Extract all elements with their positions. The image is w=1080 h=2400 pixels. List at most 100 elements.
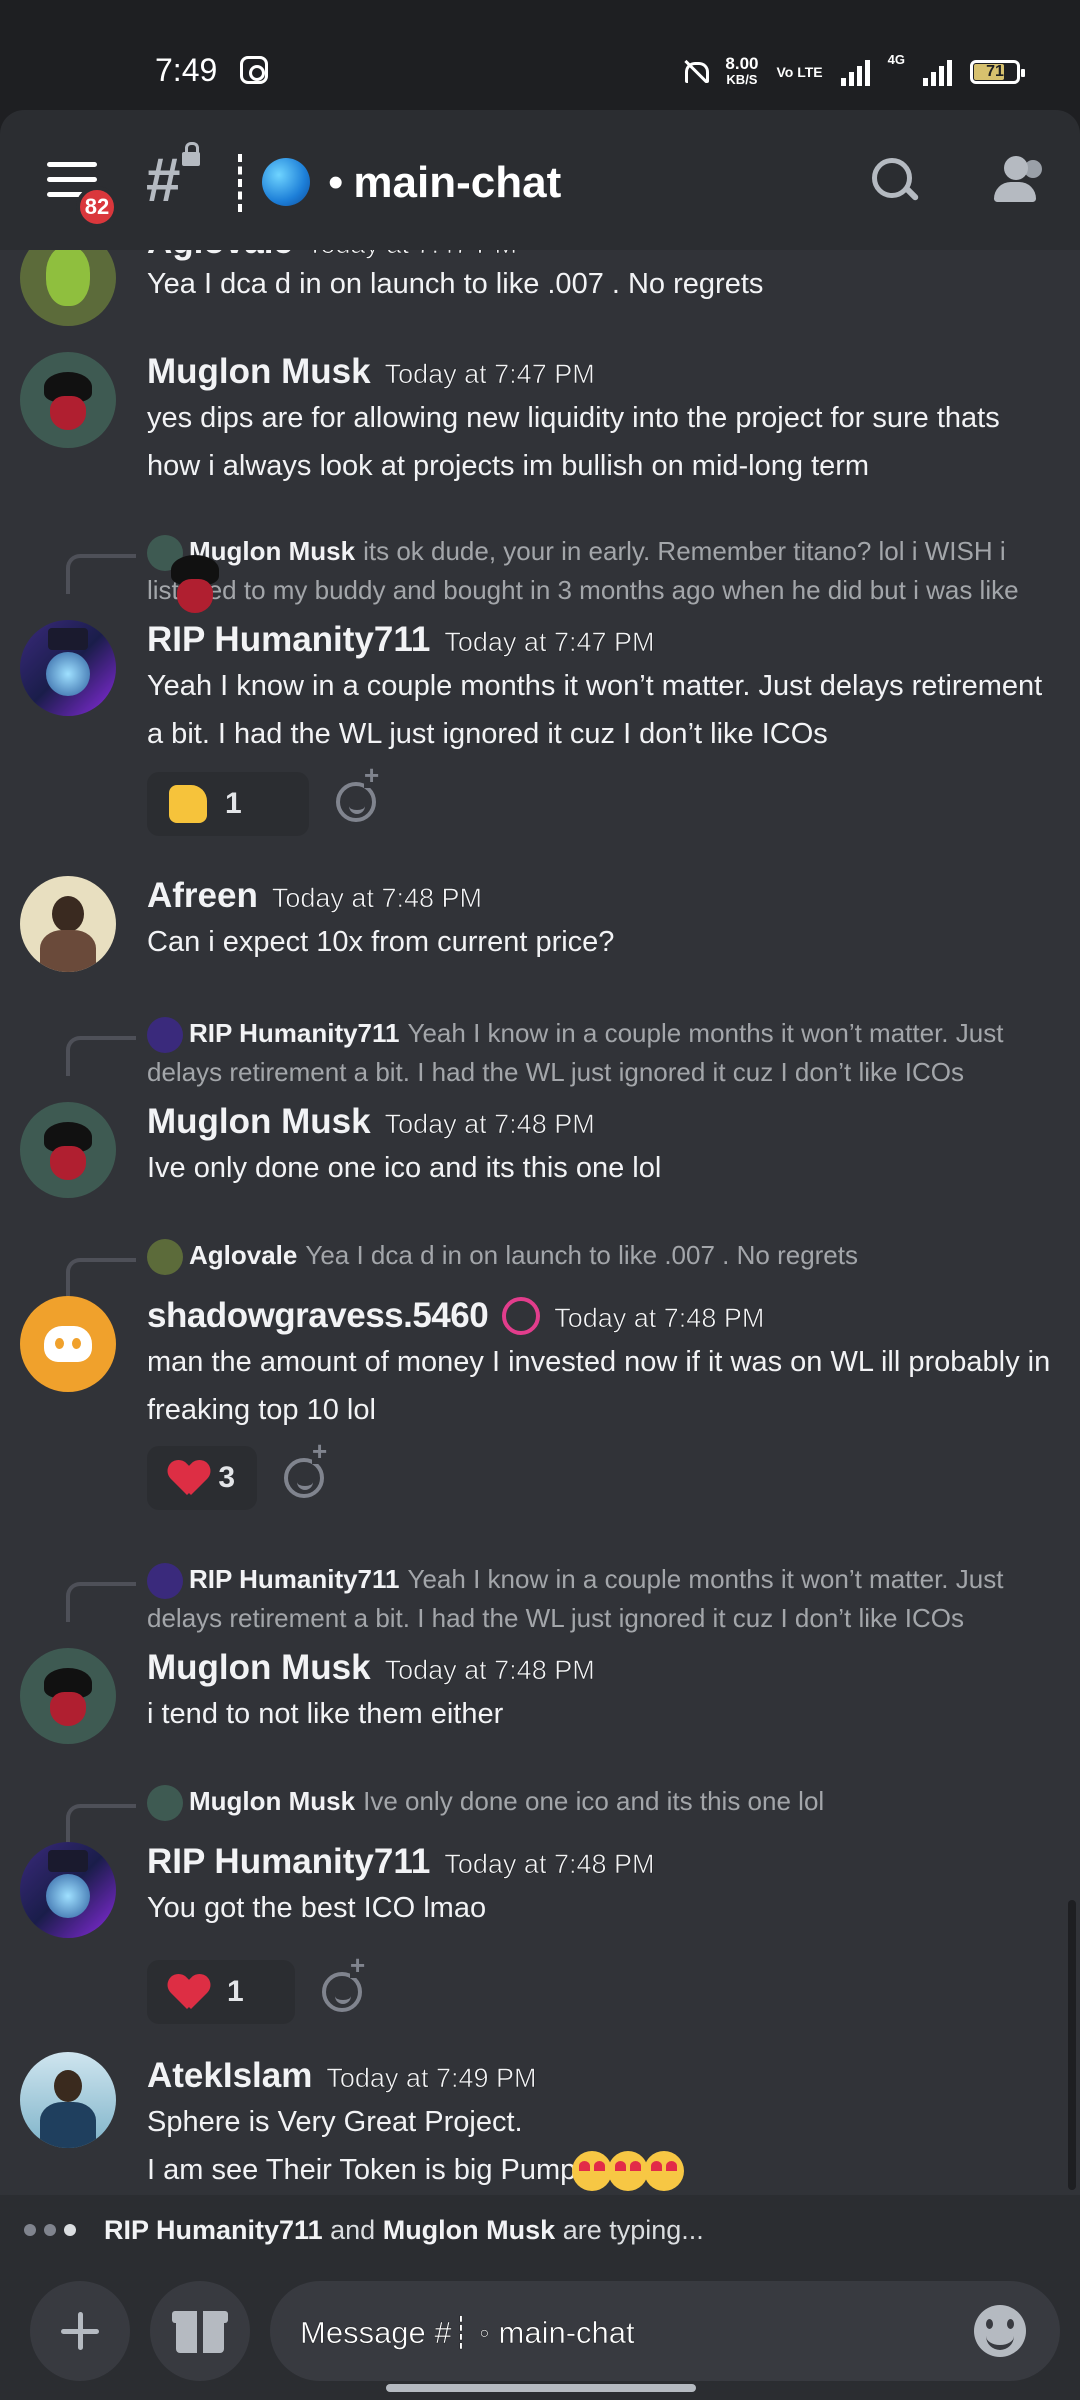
heart-icon [169,1973,209,2011]
typing-indicator: RIP Humanity711 and Muglon Musk are typi… [0,2195,1080,2265]
avatar[interactable] [20,620,116,716]
avatar[interactable] [20,250,116,326]
reaction-thumbs-up[interactable]: 1 [147,772,309,836]
avatar[interactable] [20,1648,116,1744]
speed-unit: KB/S [726,72,758,87]
status-bar: 7:49 8.00 KB/S Vo LTE 4G 71 [0,0,1080,110]
timestamp: Today at 7:48 PM [271,883,483,914]
reply-text: Yea I dca d in on launch to like .007 . … [305,1240,858,1270]
message-text: Yea I dca d in on launch to like .007 . … [147,268,764,300]
battery-level: 71 [986,63,1004,80]
search-icon[interactable] [872,158,916,202]
message-header: Muglon Musk Today at 7:47 PM [147,352,595,392]
reaction-count: 1 [225,787,242,820]
avatar[interactable] [20,876,116,972]
instagram-icon [240,56,268,84]
typing-dots-icon [24,2224,76,2236]
author-name[interactable]: Muglon Musk [147,352,371,392]
message-line-text: I am see Their Token is big Pump [147,2154,577,2186]
channel-dot: • [328,158,344,207]
author-name[interactable]: Muglon Musk [147,1102,371,1142]
avatar[interactable] [20,1296,116,1392]
members-icon[interactable] [990,156,1046,206]
bell-muted-icon [681,58,710,86]
status-icons: 8.00 KB/S Vo LTE 4G 71 [681,52,1025,92]
reaction-heart[interactable]: 3 [147,1446,257,1510]
avatar[interactable] [20,2052,116,2148]
reply-author: Aglovale [189,1240,298,1270]
lock-icon [182,142,200,166]
volte-label: Vo LTE [776,64,823,80]
message-text: You got the best ICO lmao [147,1892,487,1924]
battery-icon: 71 [970,60,1025,84]
add-reaction-icon[interactable] [284,1438,328,1498]
author-name[interactable]: shadowgravess.5460 [147,1296,489,1336]
reply-avatar [147,1563,183,1600]
typing-suffix: are typing... [562,2214,704,2245]
message-line: Sphere is Very Great Project. [147,2106,523,2138]
speed-value: 8.00 [725,54,759,73]
timestamp: Today at 7:48 PM [444,1849,655,1880]
message-line: I am see Their Token is big Pump [147,2146,1057,2194]
message-list[interactable]: Aglovale Today at 7:47 PM Yea I dca d in… [0,250,1080,2195]
add-reaction-icon[interactable] [322,1952,366,2012]
message-text: Sphere is Very Great Project. I am see T… [147,2098,1057,2194]
message-header: RIP Humanity711 Today at 7:48 PM [147,1842,655,1882]
discord-icon [44,1326,92,1362]
home-indicator[interactable] [386,2384,696,2392]
channel-header: 82 # • main-chat [0,110,1080,250]
timestamp: Today at 7:49 PM [326,2063,537,2094]
timestamp: Today at 7:48 PM [384,1655,595,1686]
message-header: Afreen Today at 7:48 PM [147,876,482,916]
typing-user: RIP Humanity711 [104,2214,323,2245]
message-text: Can i expect 10x from current price? [147,926,615,958]
heart-eyes-emoji-icon [608,2151,649,2192]
add-attachment-button[interactable] [30,2281,130,2381]
notification-badge: 82 [76,186,118,228]
signal-icon [840,58,870,86]
timestamp: Today at 7:47 PM [384,359,595,390]
network-type: 4G [887,52,905,67]
heart-icon [169,1459,200,1497]
avatar[interactable] [20,1842,116,1938]
author-name[interactable]: RIP Humanity711 [147,620,430,660]
message-input-placeholder: Message #┊ ◦ main-chat [300,2315,635,2351]
add-reaction-icon[interactable] [336,762,380,822]
channel-title[interactable]: • main-chat [328,158,561,208]
composer-bar: Message #┊ ◦ main-chat [0,2265,1080,2400]
reply-preview[interactable]: RIP Humanity711 Yeah I know in a couple m… [147,1560,1057,1637]
channel-hash-icon: # [146,146,181,215]
author-name[interactable]: RIP Humanity711 [147,1842,430,1882]
network-speed: 8.00 KB/S [725,54,759,88]
author-name[interactable]: Muglon Musk [147,1648,371,1688]
timestamp: Today at 7:48 PM [554,1303,765,1334]
reaction-heart[interactable]: 1 [147,1960,295,2024]
message-header: Muglon Musk Today at 7:48 PM [147,1648,595,1688]
reply-preview[interactable]: Muglon Musk Ive only done one ico and its… [147,1782,1057,1822]
reply-preview[interactable]: Muglon Musk its ok dude, your in early. R… [147,532,1057,614]
globe-icon [262,158,310,206]
message-header: RIP Humanity711 Today at 7:47 PM [147,620,655,660]
gift-button[interactable] [150,2281,250,2381]
reply-avatar [147,1239,183,1276]
reply-connector [66,1036,136,1076]
emoji-picker-icon[interactable] [974,2305,1026,2357]
reply-author: Muglon Musk [189,1786,356,1816]
reply-connector [66,1582,136,1622]
reply-connector [66,1804,136,1844]
reply-avatar [147,1785,183,1822]
reply-avatar [147,535,219,614]
timestamp: Today at 7:48 PM [384,1109,595,1140]
status-time: 7:49 [155,52,218,88]
reply-avatar [147,1017,183,1054]
author-name[interactable]: AtekIslam [147,2056,312,2096]
author-name[interactable]: Afreen [147,876,258,916]
scrollbar[interactable] [1068,1900,1076,2190]
avatar[interactable] [20,1102,116,1198]
message-text: yes dips are for allowing new liquidity … [147,402,1000,482]
avatar[interactable] [20,352,116,448]
reply-preview[interactable]: RIP Humanity711 Yeah I know in a couple m… [147,1014,1057,1091]
typing-and: and [330,2214,376,2245]
reply-preview[interactable]: Aglovale Yea I dca d in on launch to like… [147,1236,1057,1276]
reply-connector [66,1258,136,1298]
